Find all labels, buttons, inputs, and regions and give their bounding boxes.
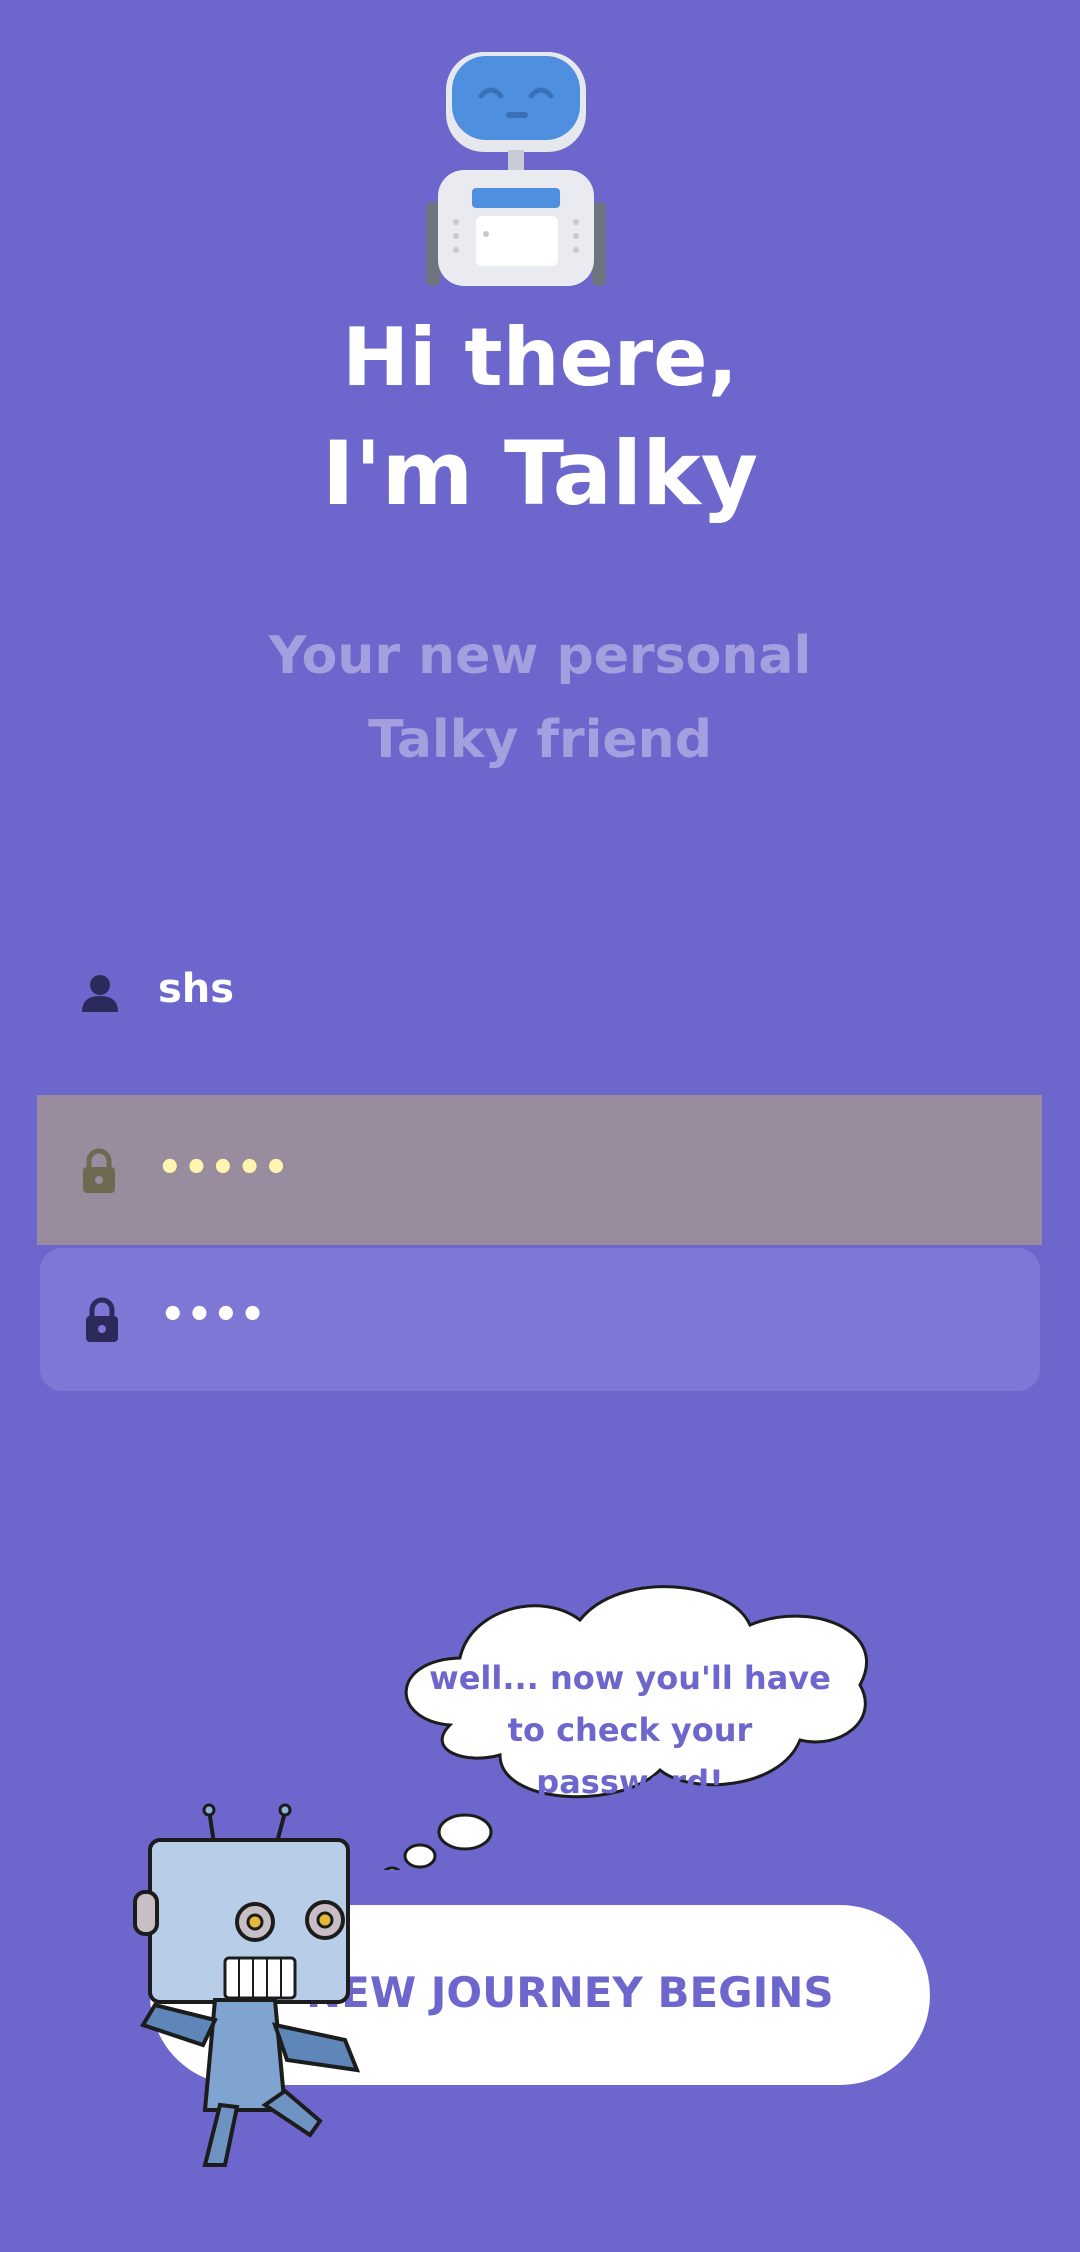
subtitle-line-1: Your new personal — [268, 626, 812, 686]
thought-line-3: password! — [536, 1763, 724, 1801]
thought-line-1: well... now you'll have — [429, 1659, 831, 1697]
login-screen: Hi there, I'm Talky Your new personal Ta… — [0, 0, 1080, 2252]
thought-line-2: to check your — [507, 1711, 753, 1749]
username-field[interactable]: shs — [38, 940, 1042, 1040]
lock-icon — [83, 1148, 115, 1193]
person-icon — [82, 975, 118, 1012]
confirm-password-value: •••• — [160, 1292, 267, 1338]
cartoon-robot-mascot — [133, 1803, 361, 2167]
thought-bubble-text: well... now you'll have to check your pa… — [410, 1652, 850, 1808]
password-value: ••••• — [157, 1145, 290, 1191]
talky-robot-logo — [426, 52, 606, 286]
subtitle-line-2: Talky friend — [368, 710, 712, 770]
username-value: shs — [158, 966, 235, 1012]
new-journey-button-label: NEW JOURNEY BEGINS — [306, 1968, 834, 2017]
title-line-2: I'm Talky — [321, 422, 759, 525]
lock-icon — [86, 1297, 118, 1342]
confirm-password-field[interactable]: •••• — [40, 1248, 1040, 1391]
password-field[interactable]: ••••• — [37, 1095, 1042, 1245]
title-line-1: Hi there, — [342, 311, 738, 404]
